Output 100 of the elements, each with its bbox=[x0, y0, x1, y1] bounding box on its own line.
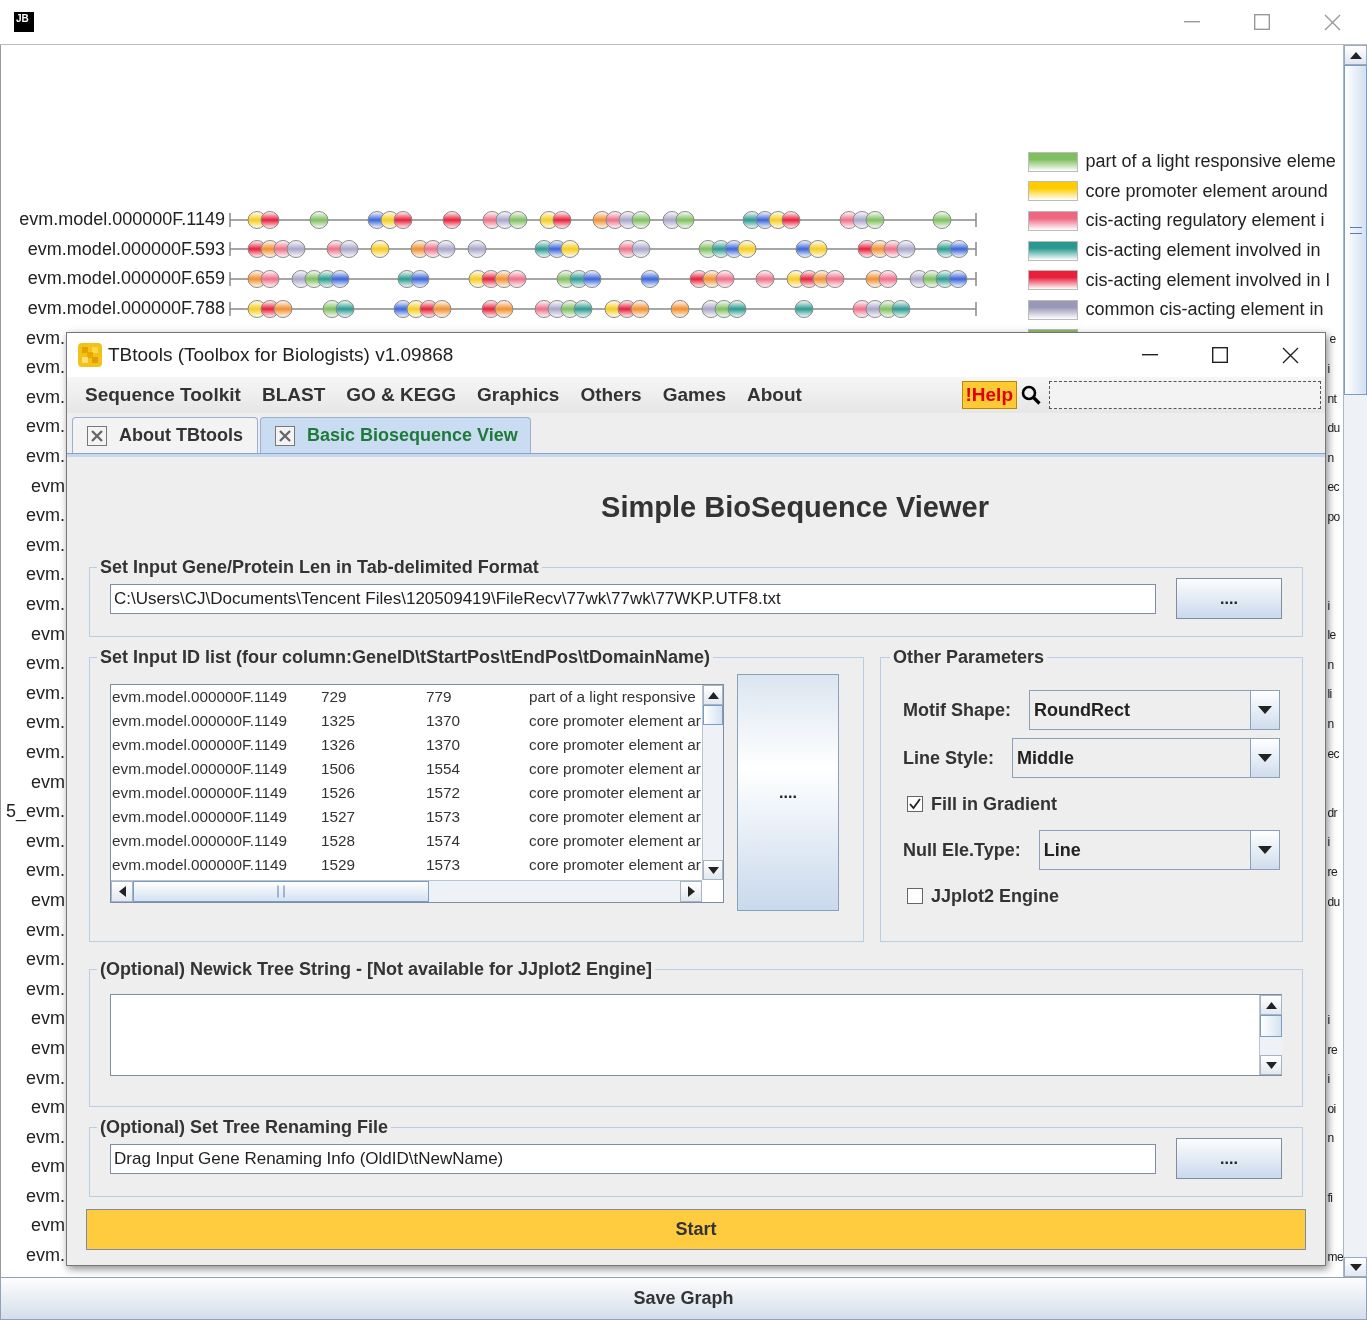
table-cell-text: 1573 bbox=[426, 856, 462, 874]
scroll-left-icon[interactable] bbox=[118, 886, 126, 897]
legend-label: po bbox=[1327, 509, 1340, 524]
scroll-up-icon[interactable] bbox=[1265, 1001, 1277, 1009]
dropdown[interactable]: Middle bbox=[1012, 738, 1280, 778]
menu-item[interactable]: Others bbox=[571, 380, 651, 410]
table-cell: core promoter element ar bbox=[529, 712, 699, 730]
table-cell-text: 729 bbox=[321, 688, 348, 706]
legend-label: nt bbox=[1327, 391, 1337, 406]
legend-label: core promoter element around bbox=[1085, 180, 1328, 202]
gene-label: evm bbox=[30, 1097, 65, 1119]
gene-label: evm. bbox=[25, 534, 65, 556]
menu-item[interactable]: About bbox=[738, 380, 811, 410]
legend-label: e bbox=[1329, 332, 1336, 347]
page-heading: Simple BioSequence Viewer bbox=[600, 489, 990, 525]
table-cell-text: evm.model.000000F.1149 bbox=[111, 808, 288, 826]
menu-item[interactable]: GO & KEGG bbox=[337, 380, 466, 410]
gene-label: evm. bbox=[25, 742, 65, 763]
gene-label: evm. bbox=[25, 712, 65, 734]
maximize-icon[interactable] bbox=[1212, 347, 1228, 363]
legend-label: ec bbox=[1327, 746, 1339, 761]
table-horizontal-scrollbar[interactable] bbox=[111, 880, 702, 902]
legend-label: me bbox=[1327, 1249, 1343, 1264]
gene-label: evm. bbox=[25, 357, 65, 379]
close-icon[interactable] bbox=[1281, 346, 1299, 364]
legend-label: cis-acting element involved in l bbox=[1085, 269, 1330, 291]
minimize-icon[interactable] bbox=[1142, 354, 1158, 356]
checkbox[interactable] bbox=[907, 888, 923, 904]
gene-label: evm. bbox=[25, 386, 65, 408]
gene-label: evm bbox=[30, 1156, 65, 1178]
legend-label: cis-acting element involved in bbox=[1085, 240, 1321, 262]
table-cell: core promoter element ar bbox=[529, 736, 699, 754]
field-label: Null Ele.Type: bbox=[903, 839, 1021, 861]
section-title: (Optional) Set Tree Renaming File bbox=[99, 1117, 390, 1138]
gene-label: evm. bbox=[25, 919, 65, 941]
gene-label: evm. bbox=[25, 830, 65, 852]
section-title: Set Input ID list (four column:GeneID\tStartPos\tEndPos\tDomainName) bbox=[99, 647, 712, 668]
gene-label: evm. bbox=[25, 682, 65, 704]
table-cell-text: evm.model.000000F.1149 bbox=[111, 832, 288, 850]
menu-item[interactable]: BLAST bbox=[252, 380, 335, 410]
gene-label: evm. bbox=[25, 594, 65, 615]
scroll-down-icon[interactable] bbox=[1265, 1061, 1277, 1069]
legend-label: li bbox=[1327, 687, 1332, 702]
scroll-right-icon[interactable] bbox=[687, 886, 695, 897]
scroll-up-icon[interactable] bbox=[707, 691, 719, 699]
table-cell-text: evm.model.000000F.1149 bbox=[111, 712, 288, 730]
gene-label: evm. bbox=[25, 505, 65, 527]
table-cell-text: evm.model.000000F.1149 bbox=[111, 736, 288, 754]
gene-label: evm.model.000000F.593 bbox=[26, 238, 226, 260]
field-label: Line Style: bbox=[903, 747, 995, 769]
start-button[interactable]: Start bbox=[86, 1209, 1306, 1250]
table-cell: core promoter element ar bbox=[529, 760, 699, 778]
search-field[interactable] bbox=[1049, 381, 1321, 409]
checkbox[interactable] bbox=[907, 796, 923, 812]
table-cell-text: 1325 bbox=[321, 712, 357, 730]
gene-label: evm. bbox=[25, 978, 65, 1000]
scroll-thumb[interactable] bbox=[703, 705, 723, 725]
scroll-down-icon[interactable] bbox=[707, 866, 719, 874]
gene-label: evm. bbox=[25, 653, 65, 675]
legend-label: n bbox=[1327, 657, 1334, 672]
gene-label: evm.model.000000F.788 bbox=[26, 298, 226, 320]
app-logo: JB bbox=[14, 12, 34, 32]
table-cell-text: part of a light responsive bbox=[529, 688, 697, 706]
browse-button[interactable]: .... bbox=[1176, 1138, 1282, 1179]
table-cell-text: 1572 bbox=[426, 784, 462, 802]
menu-item[interactable]: Games bbox=[653, 380, 736, 410]
gene-label: evm. bbox=[25, 564, 65, 586]
section-title: Other Parameters bbox=[892, 647, 1046, 668]
checkbox-label: Fill in Gradient bbox=[931, 793, 1057, 815]
text-area-scrollbar[interactable] bbox=[1259, 995, 1282, 1075]
dropdown[interactable]: Line bbox=[1038, 830, 1280, 870]
legend-label: fi bbox=[1327, 1190, 1333, 1205]
file-path-field[interactable]: C:\Users\CJ\Documents\Tencent Files\120509419\FileRecv\77wk\77wk\77WKP.UTF8.txt bbox=[110, 583, 1156, 614]
vertical-scrollbar[interactable] bbox=[1343, 45, 1367, 1277]
rename-file-field[interactable]: Drag Input Gene Renaming Info (OldID\tNewName) bbox=[110, 1143, 1156, 1174]
tab[interactable]: About TBtools bbox=[72, 417, 258, 453]
table-cell: core promoter element ar bbox=[529, 856, 699, 874]
menu-item[interactable]: Sequence Toolkit bbox=[76, 380, 250, 410]
table-cell-text: 1370 bbox=[426, 736, 462, 754]
table-cell-text: 1370 bbox=[426, 712, 462, 730]
section-title: (Optional) Newick Tree String - [Not available for JJplot2 Engine] bbox=[99, 959, 654, 980]
legend-label: oi bbox=[1327, 1101, 1336, 1116]
gene-label: evm. bbox=[25, 1185, 65, 1207]
table-cell-text: evm.model.000000F.1149 bbox=[111, 784, 288, 802]
save-graph-button[interactable]: Save Graph bbox=[0, 1277, 1367, 1320]
table-cell: core promoter element ar bbox=[529, 832, 699, 850]
gene-label: evm bbox=[30, 623, 65, 645]
legend-label: du bbox=[1327, 894, 1340, 909]
scroll-thumb[interactable] bbox=[1260, 1015, 1282, 1037]
gene-label: evm. bbox=[25, 327, 65, 349]
browse-button[interactable]: .... bbox=[1176, 578, 1282, 619]
table-vertical-scrollbar[interactable] bbox=[702, 685, 723, 880]
scroll-down-icon[interactable] bbox=[1349, 1263, 1362, 1271]
tab[interactable]: Basic Biosequence View bbox=[260, 417, 531, 453]
search-icon[interactable] bbox=[1021, 385, 1041, 405]
dropdown[interactable]: RoundRect bbox=[1029, 690, 1280, 730]
menu-item[interactable]: Graphics bbox=[468, 380, 569, 410]
scroll-up-icon[interactable] bbox=[1349, 51, 1362, 59]
browse-button[interactable]: .... bbox=[737, 674, 839, 911]
gene-label: evm.model.000000F.659 bbox=[26, 268, 226, 290]
